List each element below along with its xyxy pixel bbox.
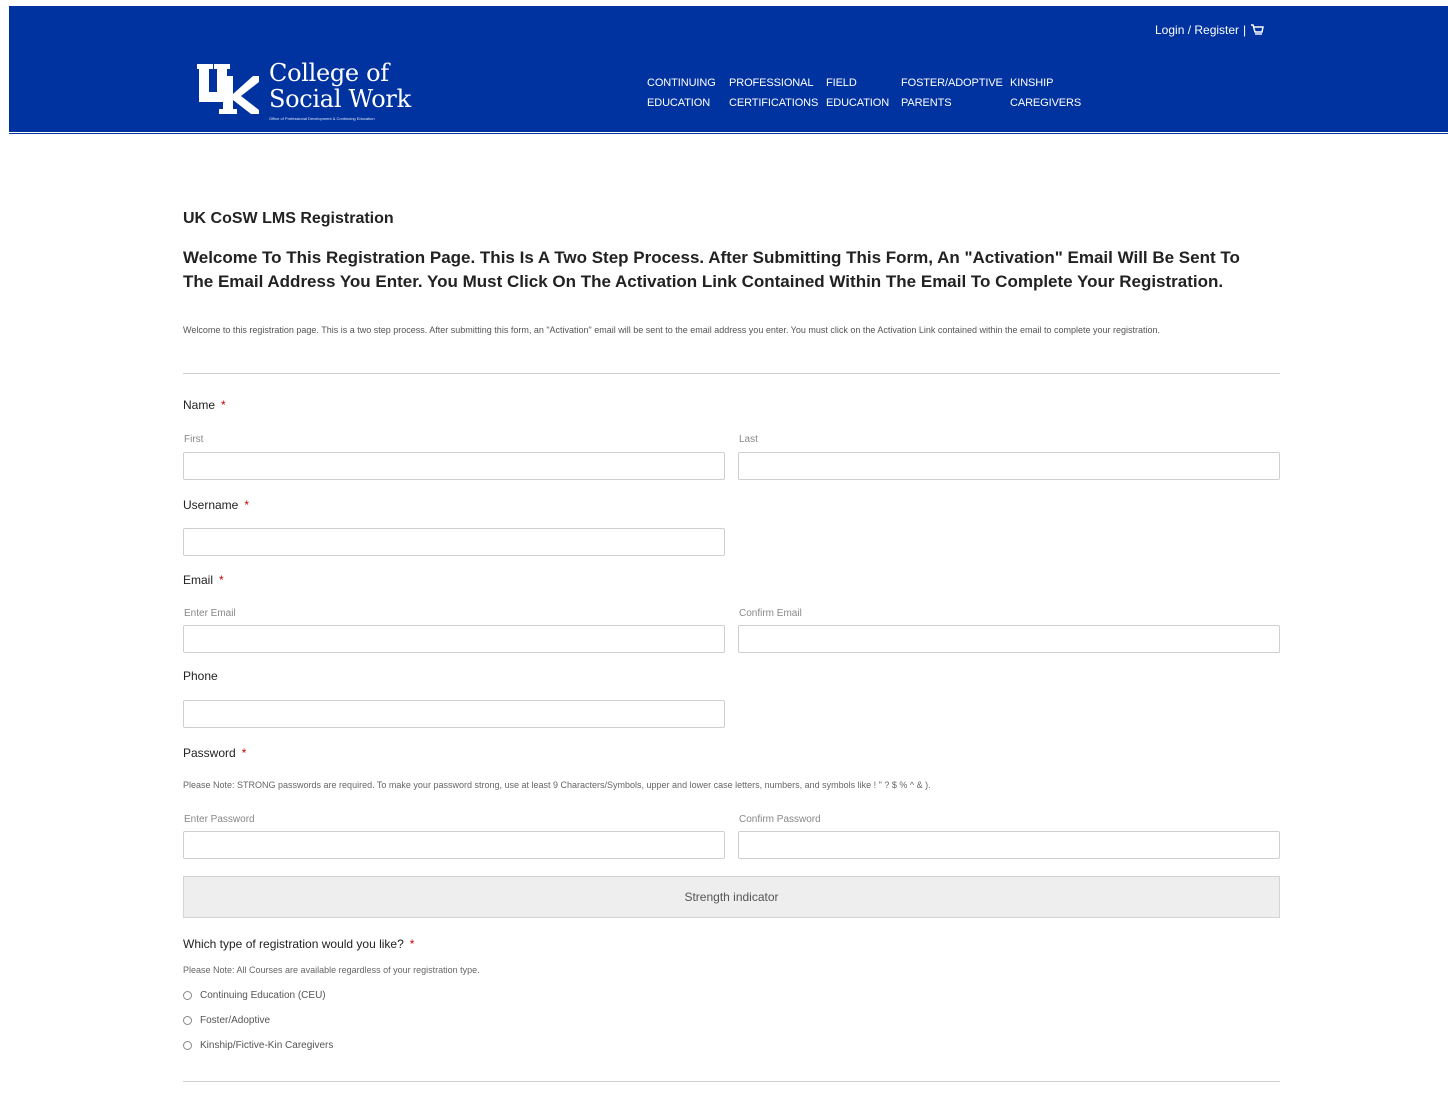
radio-button[interactable] — [183, 991, 192, 1000]
password-input[interactable] — [183, 831, 725, 859]
first-name-sublabel: First — [184, 434, 204, 445]
divider — [183, 373, 1280, 374]
separator: | — [1243, 23, 1247, 37]
username-label: Username * — [183, 498, 250, 512]
password-label: Password * — [183, 746, 247, 760]
radio-option-ceu[interactable]: Continuing Education (CEU) — [183, 990, 326, 1001]
required-mark: * — [409, 937, 415, 951]
welcome-heading: Welcome To This Registration Page. This … — [183, 248, 1240, 291]
nav-kinship-caregivers[interactable]: KINSHIP CAREGIVERS — [1010, 73, 1081, 113]
logo-subtitle: Office of Professional Development & Con… — [269, 116, 375, 121]
first-name-input[interactable] — [183, 452, 725, 480]
registration-type-note: Please Note: All Courses are available r… — [183, 965, 480, 975]
nav-professional-certifications[interactable]: PROFESSIONAL CERTIFICATIONS — [729, 73, 818, 113]
required-mark: * — [219, 573, 224, 587]
required-mark: * — [241, 746, 247, 760]
site-logo[interactable]: College of Social Work Office of Profess… — [197, 58, 427, 128]
nav-foster-adoptive-parents[interactable]: FOSTER/ADOPTIVE PARENTS — [901, 73, 1003, 113]
username-input[interactable] — [183, 528, 725, 556]
enter-email-sublabel: Enter Email — [184, 608, 236, 619]
logo-title: College of Social Work — [269, 59, 411, 113]
cart-icon[interactable] — [1250, 23, 1265, 37]
registration-type-label: Which type of registration would you lik… — [183, 937, 415, 951]
last-name-input[interactable] — [738, 452, 1280, 480]
confirm-email-input[interactable] — [738, 625, 1280, 653]
last-name-sublabel: Last — [739, 434, 758, 445]
required-mark: * — [244, 498, 250, 512]
radio-button[interactable] — [183, 1016, 192, 1025]
email-label: Email * — [183, 573, 224, 587]
page-title: UK CoSW LMS Registration — [183, 210, 394, 227]
confirm-email-sublabel: Confirm Email — [739, 608, 802, 619]
account-links: Login / Register | — [1155, 23, 1265, 37]
enter-password-sublabel: Enter Password — [184, 814, 255, 825]
password-note: Please Note: STRONG passwords are requir… — [183, 780, 931, 790]
nav-field-education[interactable]: FIELD EDUCATION — [826, 73, 889, 113]
welcome-text: Welcome to this registration page. This … — [183, 325, 1161, 335]
site-header: College of Social Work Office of Profess… — [9, 6, 1448, 134]
name-label: Name * — [183, 398, 226, 412]
phone-label: Phone — [183, 669, 218, 683]
divider — [183, 1081, 1280, 1082]
radio-option-foster-adoptive[interactable]: Foster/Adoptive — [183, 1015, 270, 1026]
password-strength-indicator: Strength indicator — [183, 876, 1280, 918]
uk-logo-icon — [197, 64, 259, 114]
radio-option-kinship[interactable]: Kinship/Fictive-Kin Caregivers — [183, 1040, 333, 1051]
confirm-password-input[interactable] — [738, 831, 1280, 859]
email-input[interactable] — [183, 625, 725, 653]
nav-continuing-education[interactable]: CONTINUING EDUCATION — [647, 73, 716, 113]
header-rule — [9, 133, 1448, 134]
radio-button[interactable] — [183, 1041, 192, 1050]
login-register-link[interactable]: Login / Register — [1155, 23, 1239, 37]
confirm-password-sublabel: Confirm Password — [739, 814, 821, 825]
required-mark: * — [221, 398, 226, 412]
phone-input[interactable] — [183, 700, 725, 728]
